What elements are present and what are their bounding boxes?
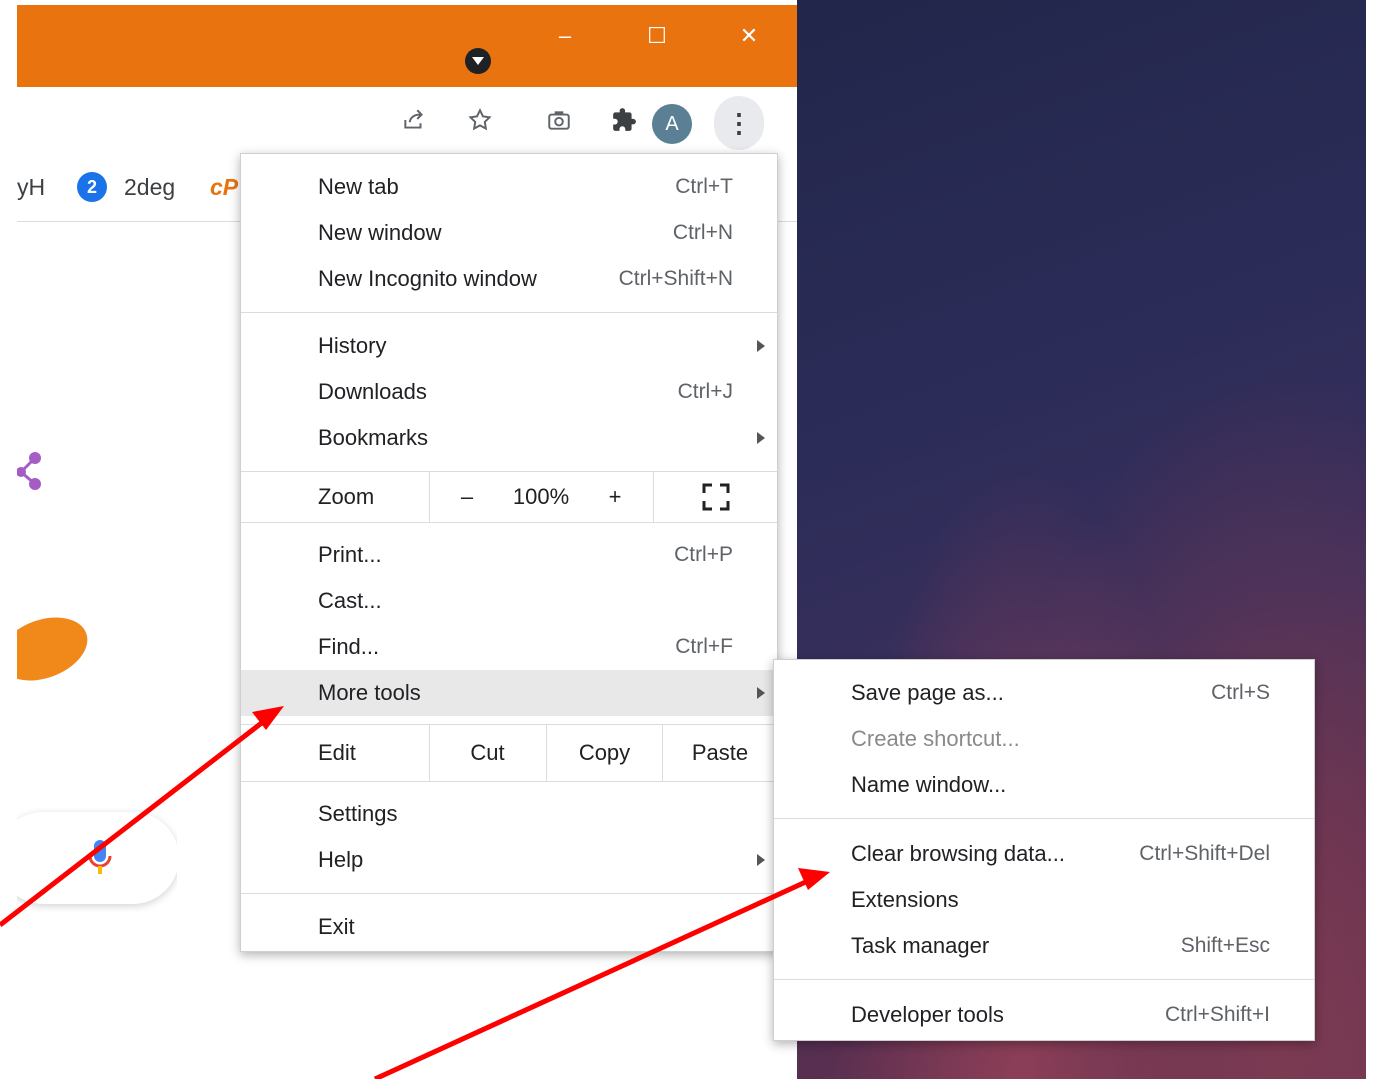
annotation-arrow-more-tools — [0, 706, 284, 927]
annotation-arrows — [0, 706, 830, 1079]
annotation-arrow-clear-browsing — [373, 868, 830, 1079]
